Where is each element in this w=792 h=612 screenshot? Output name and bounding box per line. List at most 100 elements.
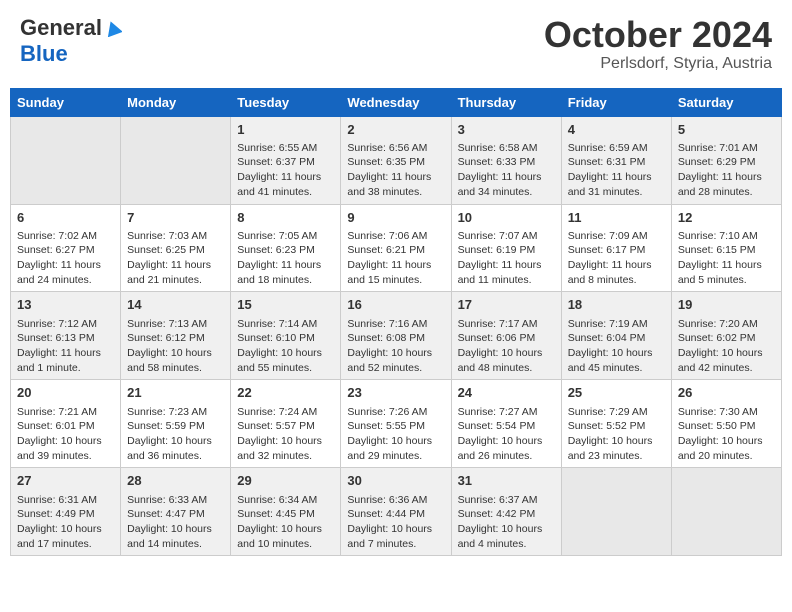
- daylight-text: Daylight: 10 hours and 45 minutes.: [568, 347, 653, 374]
- title-block: October 2024 Perlsdorf, Styria, Austria: [544, 15, 772, 73]
- weekday-header: Tuesday: [231, 88, 341, 116]
- calendar-cell: 12Sunrise: 7:10 AMSunset: 6:15 PMDayligh…: [671, 204, 781, 292]
- logo-general-text: General: [20, 15, 102, 41]
- weekday-header: Thursday: [451, 88, 561, 116]
- sunset-text: Sunset: 6:01 PM: [17, 420, 95, 432]
- day-number: 26: [678, 384, 775, 402]
- sunrise-text: Sunrise: 7:29 AM: [568, 406, 648, 418]
- sunrise-text: Sunrise: 7:26 AM: [347, 406, 427, 418]
- day-number: 25: [568, 384, 665, 402]
- daylight-text: Daylight: 10 hours and 58 minutes.: [127, 347, 212, 374]
- calendar-cell: [671, 468, 781, 556]
- sunrise-text: Sunrise: 6:31 AM: [17, 494, 97, 506]
- calendar-cell: 16Sunrise: 7:16 AMSunset: 6:08 PMDayligh…: [341, 292, 451, 380]
- sunset-text: Sunset: 4:45 PM: [237, 508, 315, 520]
- day-number: 9: [347, 209, 444, 227]
- sunrise-text: Sunrise: 7:12 AM: [17, 318, 97, 330]
- day-number: 10: [458, 209, 555, 227]
- daylight-text: Daylight: 10 hours and 52 minutes.: [347, 347, 432, 374]
- sunset-text: Sunset: 6:04 PM: [568, 332, 646, 344]
- calendar-cell: 17Sunrise: 7:17 AMSunset: 6:06 PMDayligh…: [451, 292, 561, 380]
- sunrise-text: Sunrise: 6:55 AM: [237, 142, 317, 154]
- sunrise-text: Sunrise: 6:56 AM: [347, 142, 427, 154]
- daylight-text: Daylight: 10 hours and 42 minutes.: [678, 347, 763, 374]
- day-number: 3: [458, 121, 555, 139]
- daylight-text: Daylight: 10 hours and 39 minutes.: [17, 435, 102, 462]
- day-number: 13: [17, 296, 114, 314]
- calendar-cell: 5Sunrise: 7:01 AMSunset: 6:29 PMDaylight…: [671, 116, 781, 204]
- weekday-header: Wednesday: [341, 88, 451, 116]
- sunrise-text: Sunrise: 7:02 AM: [17, 230, 97, 242]
- daylight-text: Daylight: 10 hours and 10 minutes.: [237, 523, 322, 550]
- logo-blue-text: Blue: [20, 41, 68, 67]
- sunset-text: Sunset: 6:13 PM: [17, 332, 95, 344]
- day-number: 14: [127, 296, 224, 314]
- calendar-cell: 11Sunrise: 7:09 AMSunset: 6:17 PMDayligh…: [561, 204, 671, 292]
- calendar-week-row: 1Sunrise: 6:55 AMSunset: 6:37 PMDaylight…: [11, 116, 782, 204]
- day-number: 1: [237, 121, 334, 139]
- daylight-text: Daylight: 11 hours and 28 minutes.: [678, 171, 762, 198]
- day-number: 24: [458, 384, 555, 402]
- sunrise-text: Sunrise: 6:58 AM: [458, 142, 538, 154]
- calendar-cell: 14 Sunrise: 7:13 AM Sunset: 6:12 PM Dayligh…: [121, 292, 231, 380]
- calendar-cell: 19Sunrise: 7:20 AMSunset: 6:02 PMDayligh…: [671, 292, 781, 380]
- weekday-header: Monday: [121, 88, 231, 116]
- calendar-cell: 20Sunrise: 7:21 AMSunset: 6:01 PMDayligh…: [11, 380, 121, 468]
- calendar-cell: 27Sunrise: 6:31 AMSunset: 4:49 PMDayligh…: [11, 468, 121, 556]
- sunset-text: Sunset: 6:35 PM: [347, 156, 425, 168]
- day-number: 21: [127, 384, 224, 402]
- day-number: 17: [458, 296, 555, 314]
- sunrise-text: Sunrise: 7:17 AM: [458, 318, 538, 330]
- sunrise-text: Sunrise: 6:33 AM: [127, 494, 207, 506]
- day-number: 27: [17, 472, 114, 490]
- sunrise-text: Sunrise: 7:30 AM: [678, 406, 758, 418]
- calendar-cell: 4Sunrise: 6:59 AMSunset: 6:31 PMDaylight…: [561, 116, 671, 204]
- calendar-week-row: 20Sunrise: 7:21 AMSunset: 6:01 PMDayligh…: [11, 380, 782, 468]
- sunset-text: Sunset: 6:19 PM: [458, 244, 536, 256]
- sunset-text: Sunset: 6:15 PM: [678, 244, 756, 256]
- sunset-text: Sunset: 6:25 PM: [127, 244, 205, 256]
- day-number: 16: [347, 296, 444, 314]
- sunset-text: Sunset: 6:12 PM: [127, 332, 205, 344]
- sunrise-text: Sunrise: 7:19 AM: [568, 318, 648, 330]
- header: General Blue October 2024 Perlsdorf, Sty…: [10, 10, 782, 78]
- sunset-text: Sunset: 6:06 PM: [458, 332, 536, 344]
- calendar-week-row: 13 Sunrise: 7:12 AM Sunset: 6:13 PM Dayligh…: [11, 292, 782, 380]
- daylight-text: Daylight: 11 hours and 1 minute.: [17, 347, 101, 374]
- sunset-text: Sunset: 4:44 PM: [347, 508, 425, 520]
- day-number: 30: [347, 472, 444, 490]
- sunrise-text: Sunrise: 7:27 AM: [458, 406, 538, 418]
- day-number: 15: [237, 296, 334, 314]
- daylight-text: Daylight: 10 hours and 23 minutes.: [568, 435, 653, 462]
- sunrise-text: Sunrise: 7:14 AM: [237, 318, 317, 330]
- daylight-text: Daylight: 11 hours and 21 minutes.: [127, 259, 211, 286]
- calendar-cell: 7Sunrise: 7:03 AMSunset: 6:25 PMDaylight…: [121, 204, 231, 292]
- calendar-cell: [121, 116, 231, 204]
- calendar-cell: 9Sunrise: 7:06 AMSunset: 6:21 PMDaylight…: [341, 204, 451, 292]
- calendar-cell: 26Sunrise: 7:30 AMSunset: 5:50 PMDayligh…: [671, 380, 781, 468]
- calendar-cell: 30Sunrise: 6:36 AMSunset: 4:44 PMDayligh…: [341, 468, 451, 556]
- daylight-text: Daylight: 11 hours and 5 minutes.: [678, 259, 762, 286]
- daylight-text: Daylight: 10 hours and 4 minutes.: [458, 523, 543, 550]
- day-number: 11: [568, 209, 665, 227]
- daylight-text: Daylight: 11 hours and 18 minutes.: [237, 259, 321, 286]
- sunrise-text: Sunrise: 7:13 AM: [127, 318, 207, 330]
- day-number: 29: [237, 472, 334, 490]
- day-number: 20: [17, 384, 114, 402]
- sunset-text: Sunset: 6:02 PM: [678, 332, 756, 344]
- sunrise-text: Sunrise: 7:07 AM: [458, 230, 538, 242]
- day-number: 7: [127, 209, 224, 227]
- sunset-text: Sunset: 5:55 PM: [347, 420, 425, 432]
- sunset-text: Sunset: 5:50 PM: [678, 420, 756, 432]
- day-number: 23: [347, 384, 444, 402]
- sunset-text: Sunset: 6:31 PM: [568, 156, 646, 168]
- sunset-text: Sunset: 6:08 PM: [347, 332, 425, 344]
- day-number: 22: [237, 384, 334, 402]
- daylight-text: Daylight: 11 hours and 15 minutes.: [347, 259, 431, 286]
- logo: General Blue: [20, 15, 122, 67]
- daylight-text: Daylight: 11 hours and 38 minutes.: [347, 171, 431, 198]
- calendar: SundayMondayTuesdayWednesdayThursdayFrid…: [10, 88, 782, 557]
- calendar-cell: 24Sunrise: 7:27 AMSunset: 5:54 PMDayligh…: [451, 380, 561, 468]
- month-title: October 2024: [544, 15, 772, 55]
- calendar-week-row: 6Sunrise: 7:02 AMSunset: 6:27 PMDaylight…: [11, 204, 782, 292]
